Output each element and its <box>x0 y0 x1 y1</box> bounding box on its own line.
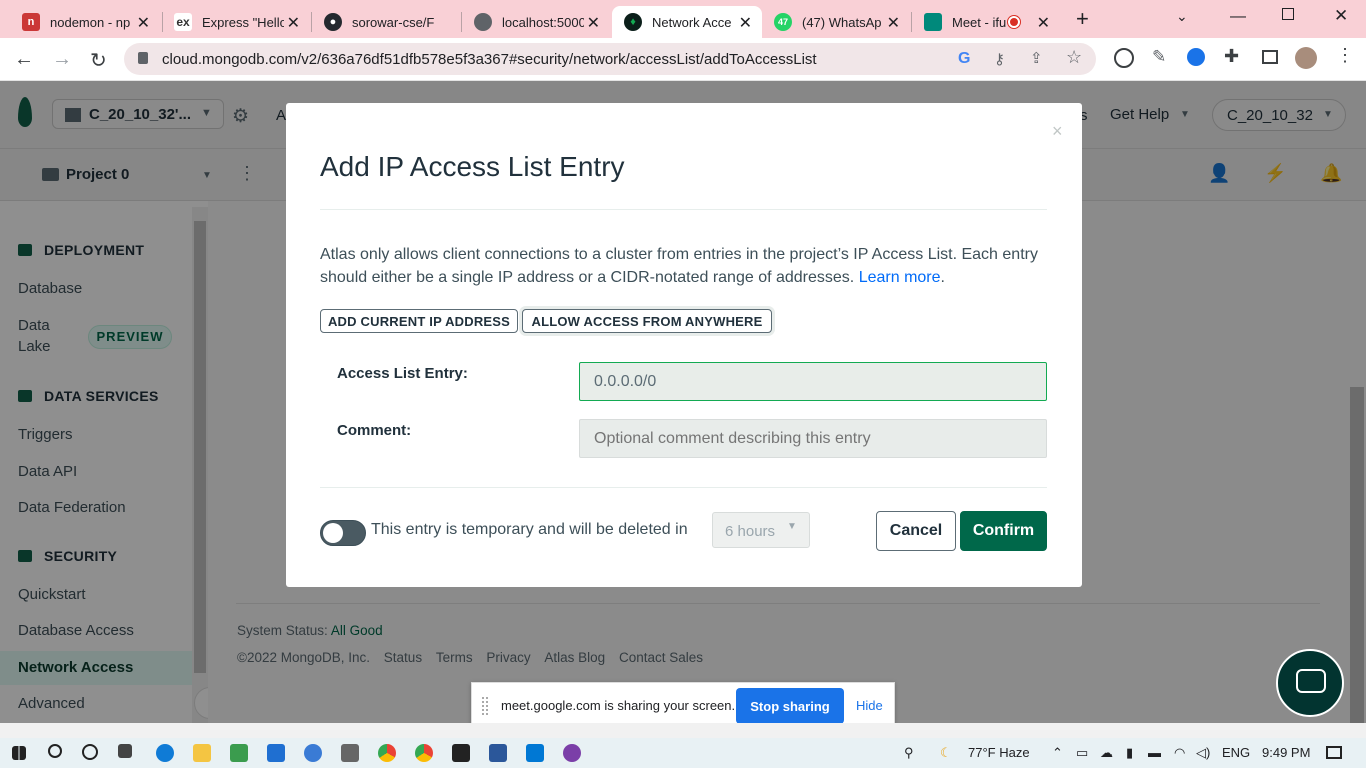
tab-search-icon[interactable]: ⌄ <box>1176 8 1188 25</box>
google-icon[interactable]: G <box>958 50 970 68</box>
temporary-entry-toggle[interactable] <box>320 520 366 546</box>
express-icon: ex <box>174 13 192 31</box>
cortana-icon[interactable] <box>82 744 98 760</box>
browser-tab[interactable]: 47 (47) WhatsAp ✕ <box>762 6 910 38</box>
battery-icon[interactable]: ▬ <box>1148 745 1161 760</box>
back-icon[interactable]: ← <box>14 48 34 71</box>
comment-input[interactable] <box>579 419 1047 458</box>
chrome-icon[interactable] <box>378 744 396 762</box>
tray-chevron-icon[interactable]: ⌃ <box>1052 745 1063 761</box>
drag-handle-icon[interactable] <box>482 697 488 715</box>
close-tab-icon[interactable]: ✕ <box>287 13 300 33</box>
modal-title: Add IP Access List Entry <box>320 151 625 182</box>
new-tab-icon[interactable]: + <box>1076 6 1089 32</box>
whatsapp-icon: 47 <box>774 13 792 31</box>
browser-tab[interactable]: localhost:5000 ✕ <box>462 6 610 38</box>
screen-share-banner: meet.google.com is sharing your screen. … <box>471 682 895 729</box>
close-tab-icon[interactable]: ✕ <box>1037 13 1050 33</box>
bluetooth-icon[interactable] <box>304 744 322 762</box>
close-tab-icon[interactable]: ✕ <box>739 13 752 33</box>
mongodb-leaf-icon: ♦ <box>624 13 642 31</box>
eyedropper-extension-icon[interactable]: ✎ <box>1152 47 1166 67</box>
url-text[interactable]: cloud.mongodb.com/v2/636a76df51dfb578e5f… <box>162 51 817 68</box>
performance-extension-icon[interactable] <box>1114 48 1134 68</box>
minimize-icon[interactable]: — <box>1230 8 1246 26</box>
chrome-active-icon[interactable] <box>415 744 433 762</box>
profile-avatar[interactable] <box>1295 47 1317 69</box>
meet-tray-icon[interactable]: ▭ <box>1076 745 1088 761</box>
omnibox[interactable]: cloud.mongodb.com/v2/636a76df51dfb578e5f… <box>124 43 1096 75</box>
stop-sharing-button[interactable]: Stop sharing <box>736 688 844 724</box>
support-chat-button[interactable] <box>1276 649 1344 717</box>
access-list-entry-input[interactable] <box>579 362 1047 401</box>
share-icon[interactable]: ⇪ <box>1030 49 1043 67</box>
task-view-icon[interactable] <box>118 744 132 758</box>
globe-icon <box>474 13 492 31</box>
add-current-ip-button[interactable]: ADD CURRENT IP ADDRESS <box>320 309 518 333</box>
chat-icon <box>1296 669 1326 693</box>
people-icon[interactable]: ⚲ <box>904 745 914 761</box>
search-icon[interactable] <box>48 744 62 758</box>
allow-access-anywhere-button[interactable]: ALLOW ACCESS FROM ANYWHERE <box>522 309 772 333</box>
browser-tab[interactable]: Meet - ifu ✕ <box>912 6 1060 38</box>
extension-icon[interactable] <box>1187 48 1205 66</box>
bookmark-star-icon[interactable]: ☆ <box>1066 47 1082 68</box>
github-icon: ● <box>324 13 342 31</box>
browser-tab-active[interactable]: ♦ Network Acce ✕ <box>612 6 762 38</box>
npm-icon: n <box>22 13 40 31</box>
onedrive-icon[interactable]: ☁ <box>1100 745 1113 761</box>
google-meet-icon <box>924 13 942 31</box>
browser-tab[interactable]: ● sorowar-cse/F <box>312 6 460 38</box>
close-window-icon[interactable]: ✕ <box>1334 6 1348 26</box>
confirm-button[interactable]: Confirm <box>960 511 1047 551</box>
restore-icon[interactable] <box>1282 8 1294 20</box>
weather-icon[interactable]: ☾ <box>940 745 952 761</box>
lock-icon <box>138 52 148 64</box>
add-ip-access-modal: × Add IP Access List Entry Atlas only al… <box>286 103 1082 587</box>
forward-icon[interactable]: → <box>52 48 72 71</box>
github-desktop-icon[interactable] <box>563 744 581 762</box>
microphone-icon[interactable]: ▮ <box>1126 745 1133 761</box>
clock[interactable]: 9:49 PM <box>1262 745 1310 760</box>
hide-button[interactable]: Hide <box>856 698 883 713</box>
windows-start-icon[interactable] <box>12 746 26 760</box>
browser-menu-icon[interactable]: ⋮ <box>1336 45 1354 66</box>
temporary-entry-label: This entry is temporary and will be dele… <box>371 521 688 538</box>
reload-icon[interactable]: ↻ <box>90 48 107 73</box>
modal-description: Atlas only allows client connections to … <box>320 246 1038 286</box>
comment-label: Comment: <box>337 422 412 439</box>
side-panel-icon[interactable] <box>1262 50 1278 64</box>
close-tab-icon[interactable]: ✕ <box>587 13 600 33</box>
close-tab-icon[interactable]: ✕ <box>137 13 150 33</box>
browser-tab[interactable]: n nodemon - np ✕ <box>10 6 160 38</box>
recording-icon <box>1008 16 1020 28</box>
notification-center-icon[interactable] <box>1326 746 1342 759</box>
learn-more-link[interactable]: Learn more <box>859 269 941 286</box>
wifi-icon[interactable]: ◠ <box>1174 745 1185 761</box>
duration-select[interactable]: 6 hours ▼ <box>712 512 810 548</box>
key-icon[interactable]: ⚷ <box>994 50 1005 68</box>
file-explorer-icon[interactable] <box>193 744 211 762</box>
browser-tab-bar: n nodemon - np ✕ ex Express "Hello ✕ ● s… <box>0 0 1366 38</box>
puzzle-extensions-icon[interactable]: ✚ <box>1224 46 1239 67</box>
access-list-entry-label: Access List Entry: <box>337 365 468 382</box>
cancel-button[interactable]: Cancel <box>876 511 956 551</box>
weather-text[interactable]: 77°F Haze <box>968 745 1030 760</box>
address-toolbar: ← → ↻ cloud.mongodb.com/v2/636a76df51dfb… <box>0 38 1366 81</box>
edge-icon[interactable] <box>156 744 174 762</box>
mail-icon[interactable] <box>267 744 285 762</box>
close-icon[interactable]: × <box>1052 121 1063 142</box>
windows-taskbar: ⚲ ☾ 77°F Haze ⌃ ▭ ☁ ▮ ▬ ◠ ◁) ENG 9:49 PM <box>0 738 1366 768</box>
camera-icon[interactable] <box>341 744 359 762</box>
store-icon[interactable] <box>230 744 248 762</box>
browser-tab[interactable]: ex Express "Hello ✕ <box>162 6 310 38</box>
horizontal-scrollbar[interactable] <box>208 723 1366 738</box>
volume-icon[interactable]: ◁) <box>1196 745 1210 761</box>
language-indicator[interactable]: ENG <box>1222 745 1250 760</box>
vscode-icon[interactable] <box>526 744 544 762</box>
terminal-icon[interactable] <box>452 744 470 762</box>
chevron-down-icon: ▼ <box>787 521 797 532</box>
word-icon[interactable] <box>489 744 507 762</box>
close-tab-icon[interactable]: ✕ <box>887 13 900 33</box>
